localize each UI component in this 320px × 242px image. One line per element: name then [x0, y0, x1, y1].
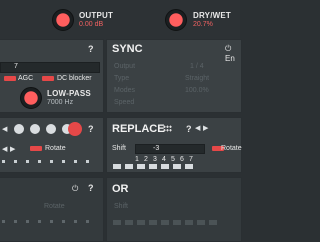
grid-icon[interactable] [163, 125, 172, 132]
replace-tick: 1 [135, 156, 139, 163]
replace-tick: 5 [171, 156, 175, 163]
bottom-left-help-button[interactable]: ? [88, 183, 94, 193]
step-block[interactable] [185, 164, 193, 169]
or-faint-label: Shift [114, 203, 129, 210]
faint-dot [86, 220, 89, 223]
sync-title: SYNC [112, 43, 143, 55]
replace-next-icon[interactable]: ▶ [203, 124, 208, 132]
replace-blocks [113, 164, 193, 170]
seq-dot [26, 160, 29, 163]
replace-title: REPLACE [112, 123, 165, 135]
mode-icon-1[interactable] [14, 124, 24, 134]
mode-icon-selected[interactable] [70, 124, 80, 134]
step-block[interactable] [149, 164, 157, 169]
shift-value: -3 [153, 145, 160, 152]
bottom-left-faint-label: Rotate [44, 203, 65, 210]
shift-label: Shift [112, 145, 127, 152]
faint-dot [74, 220, 77, 223]
filter-stepper-value: 7 [14, 63, 18, 70]
or-blocks [113, 220, 233, 226]
drywet-value: 20.7% [193, 21, 213, 28]
output-value: 0.00 dB [79, 21, 104, 28]
step-block[interactable] [173, 164, 181, 169]
filter-help-button[interactable]: ? [88, 44, 94, 54]
lowpass-label: LOW-PASS [47, 89, 91, 98]
step-block[interactable] [173, 220, 181, 225]
drywet-label: DRY/WET [193, 11, 231, 20]
seq-dot [74, 160, 77, 163]
step-block[interactable] [185, 220, 193, 225]
seq-dot [14, 160, 17, 163]
seq-dot [50, 160, 53, 163]
replace-prev-icon[interactable]: ◀ [195, 124, 200, 132]
step-block[interactable] [113, 164, 121, 169]
faint-dot [62, 220, 65, 223]
replace-tick: 3 [153, 156, 157, 163]
bottom-left-dots [2, 220, 102, 226]
replace-tick: 7 [189, 156, 193, 163]
agc-toggle[interactable] [4, 76, 16, 81]
seq-dot [86, 160, 89, 163]
replace-help-button[interactable]: ? [186, 124, 192, 134]
step-block[interactable] [209, 220, 217, 225]
seq-rotate-toggle[interactable] [30, 146, 42, 151]
sync-power-label: En [225, 54, 235, 63]
output-label: OUTPUT [79, 11, 114, 20]
dcblocker-label: DC blocker [57, 75, 92, 82]
replace-tick: 2 [144, 156, 148, 163]
sync-row-1-value: Straight [185, 75, 210, 82]
mode-icon-2[interactable] [30, 124, 40, 134]
or-title: OR [112, 183, 129, 195]
lowpass-freq: 7000 Hz [47, 99, 74, 106]
seq-next-icon[interactable]: ▶ [10, 145, 15, 153]
sync-row-2-label: Modes [114, 87, 136, 94]
agc-label: AGC [18, 75, 34, 82]
step-block[interactable] [161, 164, 169, 169]
faint-dot [50, 220, 53, 223]
step-block[interactable] [125, 164, 133, 169]
shift-stepper[interactable] [135, 144, 205, 154]
step-block[interactable] [137, 164, 145, 169]
lowpass-knob[interactable] [20, 87, 42, 109]
power-icon[interactable]: ⏻ [72, 184, 78, 194]
output-knob[interactable] [52, 9, 74, 31]
sync-row-0-value: 1 / 4 [190, 63, 204, 70]
sync-row-3-label: Speed [114, 99, 135, 106]
faint-dot [26, 220, 29, 223]
replace-tick: 6 [180, 156, 184, 163]
step-block[interactable] [149, 220, 157, 225]
sync-row-1-label: Type [114, 75, 130, 82]
step-block[interactable] [113, 220, 121, 225]
sync-row-2-value: 100.0% [185, 87, 209, 94]
seq-dot [2, 160, 5, 163]
step-block[interactable] [161, 220, 169, 225]
replace-tick: 4 [162, 156, 166, 163]
top-bar [0, 0, 240, 40]
faint-dot [14, 220, 17, 223]
seq-dots [2, 160, 102, 166]
seq-help-button[interactable]: ? [88, 124, 94, 134]
step-block[interactable] [137, 220, 145, 225]
drywet-knob[interactable] [165, 9, 187, 31]
step-block[interactable] [125, 220, 133, 225]
seq-arrow-icon[interactable]: ◀ [2, 125, 7, 133]
sync-power-button[interactable]: ⏻ En [225, 44, 240, 63]
seq-dot [62, 160, 65, 163]
seq-prev-icon[interactable]: ◀ [2, 145, 7, 153]
replace-rotate-label: Rotate [221, 145, 242, 152]
mode-icon-3[interactable] [46, 124, 56, 134]
step-block[interactable] [197, 220, 205, 225]
dcblocker-toggle[interactable] [42, 76, 54, 81]
faint-dot [2, 220, 5, 223]
sync-row-0-label: Output [114, 63, 136, 70]
seq-rotate-label: Rotate [45, 145, 66, 152]
seq-dot [38, 160, 41, 163]
faint-dot [38, 220, 41, 223]
